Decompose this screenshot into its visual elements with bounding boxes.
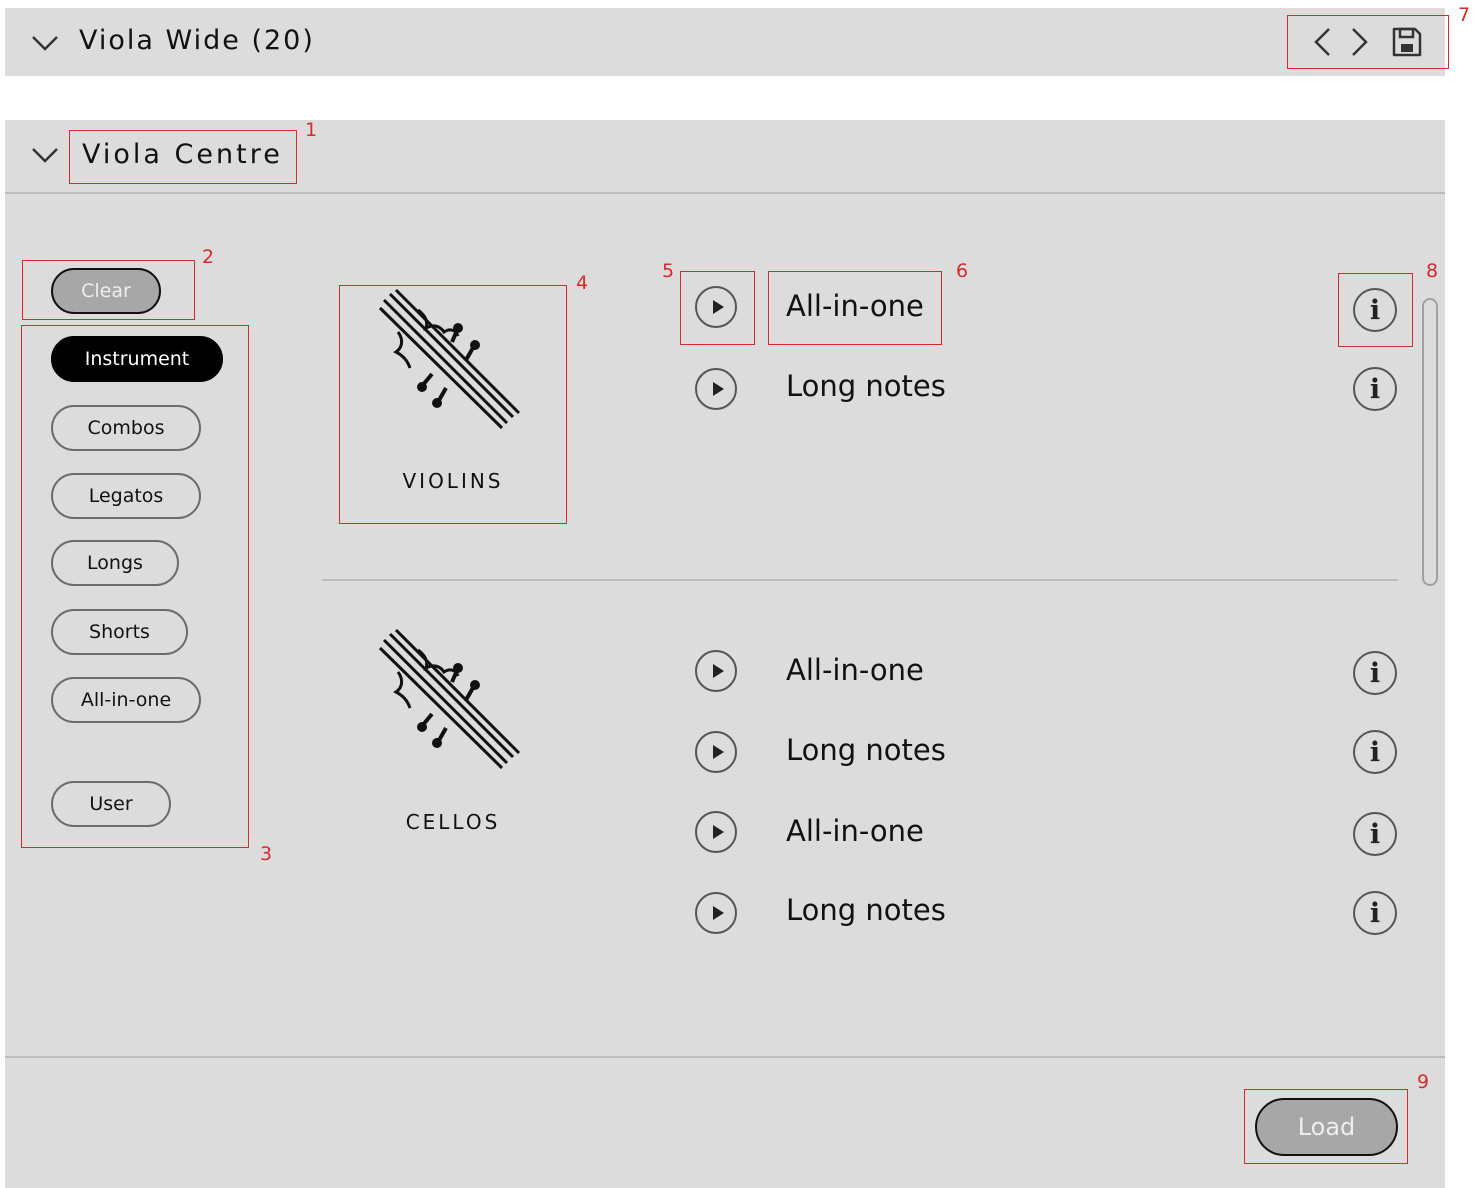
info-icon[interactable]: i: [1353, 651, 1397, 695]
info-icon[interactable]: i: [1353, 891, 1397, 935]
cello-icon: [378, 628, 521, 770]
annotation-number: 9: [1417, 1071, 1430, 1093]
preset-name[interactable]: All-in-one: [786, 813, 924, 849]
annotation-number: 3: [260, 843, 273, 865]
info-icon[interactable]: i: [1353, 730, 1397, 774]
divider: [5, 192, 1445, 194]
scrollbar[interactable]: [1422, 298, 1438, 586]
info-icon[interactable]: i: [1353, 367, 1397, 411]
category-tile-violins[interactable]: VIOLINS: [340, 286, 566, 524]
footer-divider: [5, 1056, 1445, 1058]
filter-all-in-one[interactable]: All-in-one: [51, 677, 201, 723]
chevron-left-icon[interactable]: [1313, 27, 1333, 57]
filter-longs[interactable]: Longs: [51, 540, 179, 586]
load-button[interactable]: Load: [1255, 1098, 1398, 1156]
annotation-number: 1: [305, 119, 318, 141]
filter-instrument[interactable]: Instrument: [51, 336, 223, 382]
collapsed-patch-title[interactable]: Viola Wide (20): [79, 23, 315, 59]
filter-legatos[interactable]: Legatos: [51, 473, 201, 519]
save-icon[interactable]: [1391, 26, 1423, 58]
play-preview-button[interactable]: [695, 286, 737, 328]
preset-name[interactable]: Long notes: [786, 892, 946, 928]
preset-name[interactable]: All-in-one: [786, 652, 924, 688]
patch-title[interactable]: Viola Centre: [82, 137, 283, 173]
info-icon[interactable]: i: [1353, 812, 1397, 856]
preset-name[interactable]: Long notes: [786, 732, 946, 768]
annotation-number: 4: [576, 272, 589, 294]
chevron-down-icon[interactable]: [31, 146, 59, 164]
annotation-number: 8: [1426, 260, 1439, 282]
play-preview-button[interactable]: [695, 650, 737, 692]
category-tile-cellos[interactable]: CELLOS: [340, 626, 566, 864]
play-preview-button[interactable]: [695, 731, 737, 773]
annotation-number: 2: [202, 246, 215, 268]
preset-name[interactable]: Long notes: [786, 368, 946, 404]
chevron-down-icon[interactable]: [31, 34, 59, 52]
category-label: VIOLINS: [402, 469, 504, 493]
filter-user[interactable]: User: [51, 781, 171, 827]
play-preview-button[interactable]: [695, 368, 737, 410]
violin-icon: [378, 288, 521, 430]
play-preview-button[interactable]: [695, 892, 737, 934]
clear-button[interactable]: Clear: [51, 268, 161, 314]
category-label: CELLOS: [405, 810, 501, 834]
filter-shorts[interactable]: Shorts: [51, 609, 188, 655]
chevron-right-icon[interactable]: [1349, 27, 1369, 57]
info-icon[interactable]: i: [1353, 288, 1397, 332]
annotation-number: 5: [662, 260, 675, 282]
collapsed-patch-header: Viola Wide (20): [5, 8, 1445, 76]
preset-name[interactable]: All-in-one: [786, 288, 924, 324]
play-preview-button[interactable]: [695, 811, 737, 853]
filter-combos[interactable]: Combos: [51, 405, 201, 451]
annotation-number: 7: [1458, 4, 1471, 26]
category-divider: [322, 579, 1398, 581]
annotation-number: 6: [956, 260, 969, 282]
